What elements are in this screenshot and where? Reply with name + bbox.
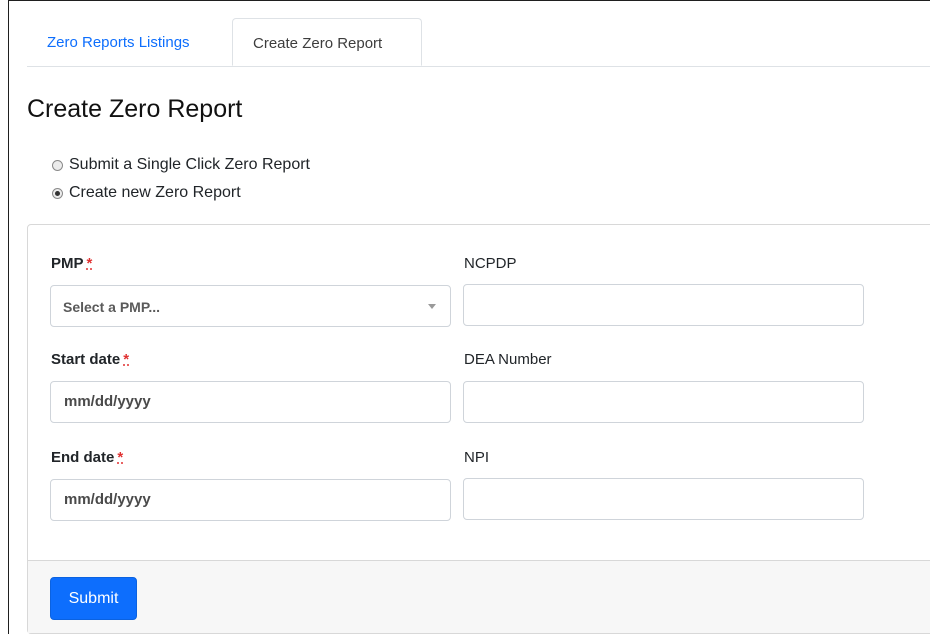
start-date-placeholder: mm/dd/yyyy xyxy=(64,393,151,410)
submit-button[interactable]: Submit xyxy=(50,577,137,620)
tab-bar: Zero Reports Listings Create Zero Report xyxy=(27,18,930,67)
end-date-label: End date * xyxy=(51,449,123,466)
window-left-border xyxy=(8,0,9,634)
start-date-label: Start date * xyxy=(51,351,129,368)
end-date-input[interactable]: mm/dd/yyyy xyxy=(50,479,451,521)
npi-input[interactable] xyxy=(463,478,864,520)
pmp-select[interactable]: Select a PMP... xyxy=(50,285,451,327)
tab-zero-reports-listings[interactable]: Zero Reports Listings xyxy=(27,18,232,65)
end-date-placeholder: mm/dd/yyyy xyxy=(64,491,151,508)
npi-label: NPI xyxy=(464,449,490,466)
radio-label: Submit a Single Click Zero Report xyxy=(69,156,310,173)
required-marker: * xyxy=(117,449,124,466)
start-date-label-text: Start date xyxy=(51,351,121,368)
radio-button-checked[interactable] xyxy=(52,187,63,199)
pmp-label: PMP * xyxy=(51,255,92,272)
radio-label: Create new Zero Report xyxy=(69,184,241,201)
page-title: Create Zero Report xyxy=(27,95,243,123)
end-date-label-text: End date xyxy=(51,449,115,466)
ncpdp-label: NCPDP xyxy=(464,255,517,272)
required-marker: * xyxy=(86,255,93,272)
start-date-input[interactable]: mm/dd/yyyy xyxy=(50,381,451,423)
window-top-border xyxy=(8,0,930,1)
required-marker: * xyxy=(123,351,130,368)
radio-create-new-zero-report[interactable]: Create new Zero Report xyxy=(52,184,241,202)
ncpdp-input[interactable] xyxy=(463,284,864,326)
pmp-select-placeholder: Select a PMP... xyxy=(63,299,161,315)
dea-number-input[interactable] xyxy=(463,381,864,423)
dea-number-label: DEA Number xyxy=(464,351,552,368)
tab-create-zero-report[interactable]: Create Zero Report xyxy=(232,18,422,66)
radio-single-click-zero-report[interactable]: Submit a Single Click Zero Report xyxy=(52,156,310,174)
form-card-footer xyxy=(28,560,930,633)
chevron-down-icon xyxy=(428,304,436,309)
pmp-label-text: PMP xyxy=(51,255,84,272)
radio-button-unchecked[interactable] xyxy=(52,159,63,171)
